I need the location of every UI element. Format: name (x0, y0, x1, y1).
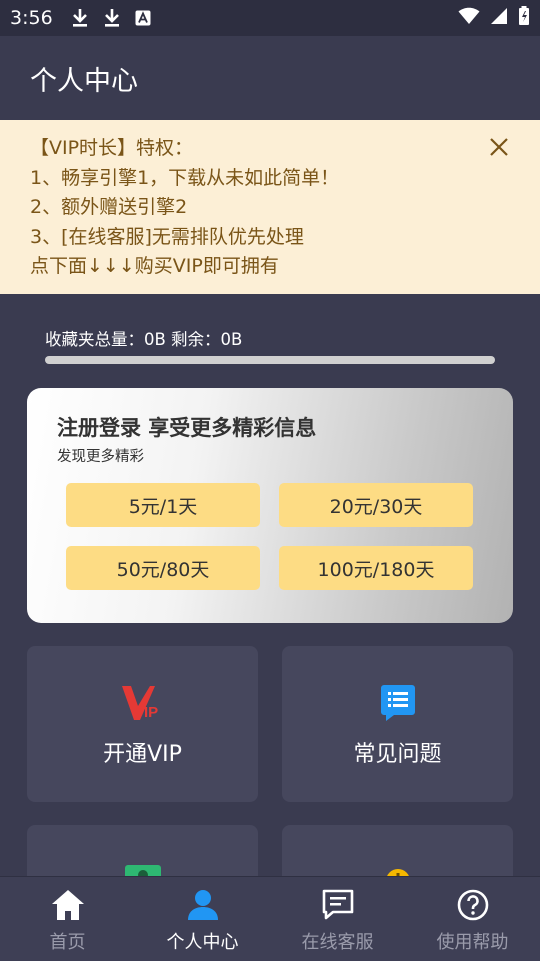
tile-label: 常见问题 (353, 742, 442, 767)
storage-label: 收藏夹总量：0B 剩余：0B (45, 330, 243, 349)
font-a-icon (135, 10, 151, 26)
bottom-navigation: 首页 个人中心 在线客服 使用帮助 (0, 876, 540, 961)
vip-notice-banner: 【VIP时长】特权： 1、畅享引擎1，下载从未如此简单！ 2、额外赠送引擎2 3… (0, 120, 540, 294)
plan-button-80-day[interactable]: 50元/80天 (66, 546, 260, 590)
app-bar: 个人中心 (0, 36, 540, 120)
nav-item-home[interactable]: 首页 (0, 877, 135, 961)
page-title: 个人中心 (30, 65, 138, 97)
nav-item-profile[interactable]: 个人中心 (135, 877, 270, 961)
notice-line: 3、[在线客服]无需排队优先处理 (30, 225, 304, 248)
promo-title: 注册登录 享受更多精彩信息 (57, 416, 317, 440)
help-icon (456, 889, 490, 925)
signal-icon (490, 7, 508, 29)
promo-subtitle: 发现更多精彩 (57, 449, 144, 465)
notice-line: 【VIP时长】特权： (30, 137, 194, 159)
nav-label: 使用帮助 (436, 932, 509, 953)
faq-icon (380, 684, 416, 726)
user-icon (186, 889, 220, 925)
plan-button-30-day[interactable]: 20元/30天 (279, 483, 473, 527)
tile-label: 开通VIP (103, 742, 182, 767)
nav-label: 首页 (49, 932, 86, 953)
nav-label: 个人中心 (166, 932, 239, 953)
svg-text:IP: IP (144, 704, 158, 721)
notice-line: 1、畅享引擎1，下载从未如此简单！ (30, 166, 340, 189)
vip-icon: IP (121, 684, 165, 726)
chat-icon (321, 889, 355, 925)
notice-line: 点下面↓↓↓购买VIP即可拥有 (30, 255, 279, 277)
open-vip-tile[interactable]: IP 开通VIP (27, 646, 258, 802)
vip-plans-card: 注册登录 享受更多精彩信息 发现更多精彩 5元/1天 20元/30天 50元/8… (27, 388, 513, 623)
plan-button-1-day[interactable]: 5元/1天 (66, 483, 260, 527)
close-icon[interactable] (488, 136, 510, 158)
nav-item-support[interactable]: 在线客服 (270, 877, 405, 961)
nav-item-help[interactable]: 使用帮助 (405, 877, 540, 961)
notice-line: 2、额外赠送引擎2 (30, 196, 188, 218)
status-right-icons (458, 0, 530, 36)
download-icon (71, 8, 89, 28)
storage-progress-bar (45, 356, 495, 364)
nav-label: 在线客服 (301, 932, 374, 953)
battery-icon (518, 6, 530, 30)
status-time: 3:56 (10, 7, 53, 29)
status-bar: 3:56 (0, 0, 540, 36)
plan-button-180-day[interactable]: 100元/180天 (279, 546, 473, 590)
home-icon (51, 889, 85, 925)
download-icon (103, 8, 121, 28)
wifi-icon (458, 7, 480, 29)
faq-tile[interactable]: 常见问题 (282, 646, 513, 802)
